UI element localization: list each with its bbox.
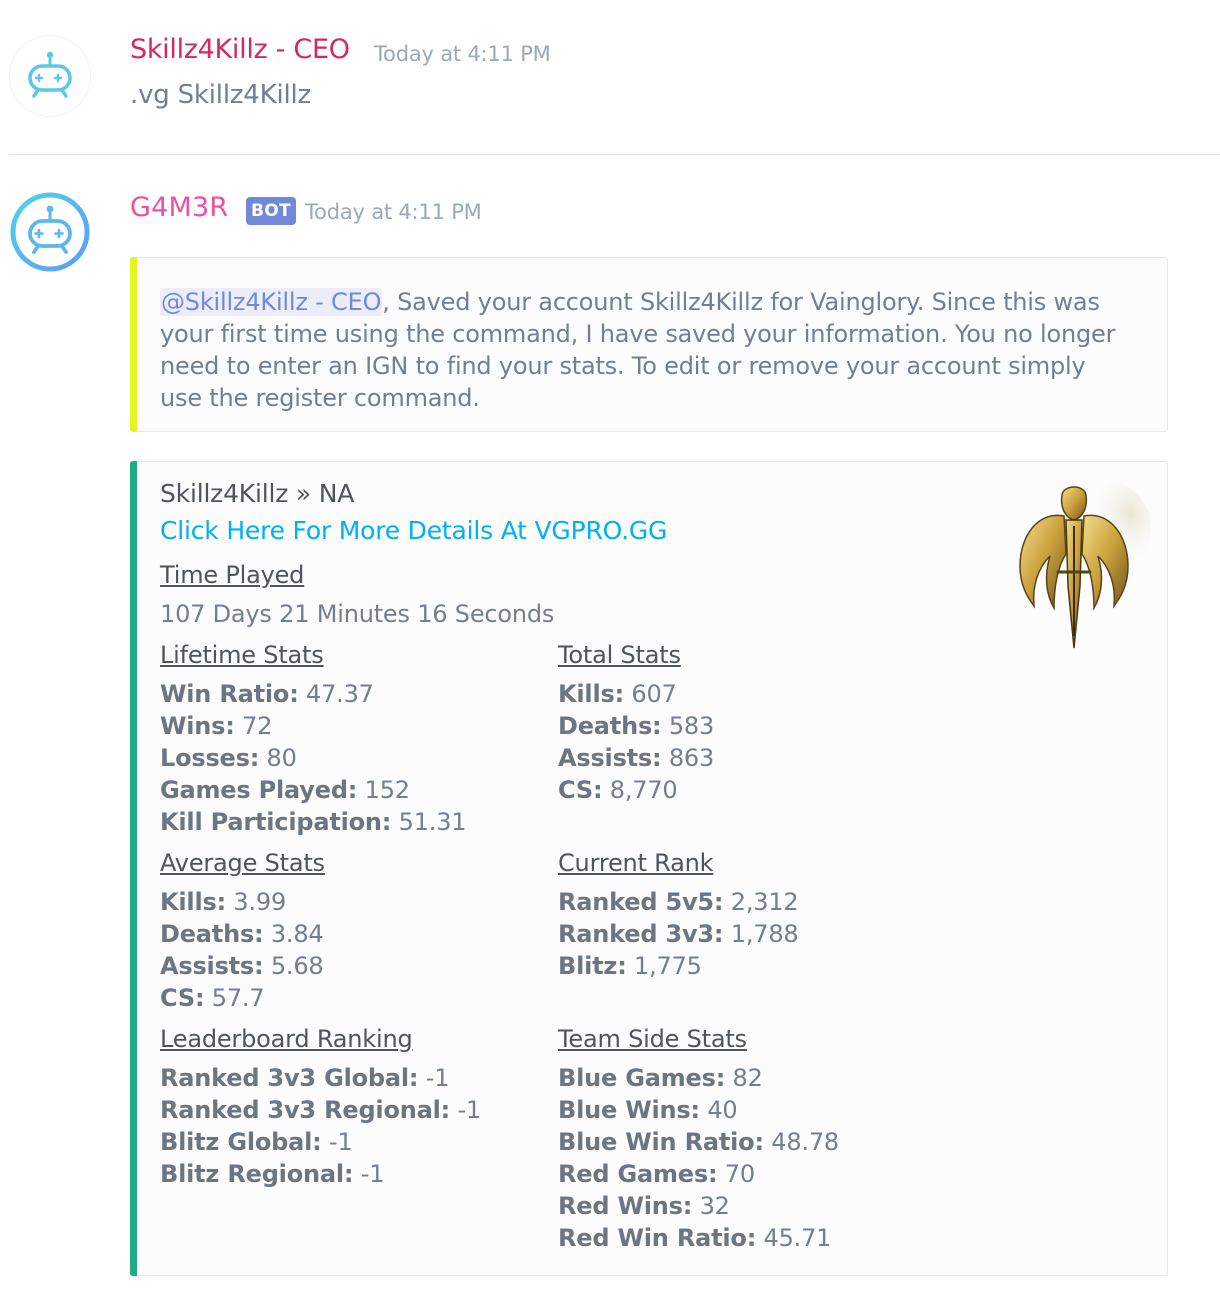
embed-author: Skillz4Killz » NA: [160, 479, 355, 508]
stat-line: Blue Wins: 40: [558, 1096, 738, 1124]
stat-line: Blitz Regional: -1: [160, 1160, 385, 1188]
chat-page: Skillz4Killz - CEO Today at 4:11 PM .vg …: [0, 0, 1220, 1296]
field-value: Ranked 3v3 Global: -1 Ranked 3v3 Regiona…: [160, 1062, 481, 1190]
stat-line: Kills: 3.99: [160, 888, 287, 916]
message-divider: [10, 154, 1220, 155]
message-user: Skillz4Killz - CEO Today at 4:11 PM .vg …: [0, 0, 1220, 155]
user-avatar[interactable]: [10, 36, 90, 116]
stats-embed: Skillz4Killz » NA Click Here For More De…: [130, 461, 1168, 1276]
field-lifetime-stats: Lifetime Stats Win Ratio: 47.37 Wins: 72…: [160, 638, 467, 838]
field-value: Kills: 3.99 Deaths: 3.84 Assists: 5.68 C…: [160, 886, 325, 1014]
stat-line: CS: 8,770: [558, 776, 678, 804]
field-title: Total Stats: [558, 641, 681, 669]
stat-line: Red Games: 70: [558, 1160, 755, 1188]
stat-line: Kill Participation: 51.31: [160, 808, 467, 836]
author-name[interactable]: Skillz4Killz - CEO: [130, 34, 350, 65]
stat-line: Ranked 5v5: 2,312: [558, 888, 799, 916]
message-content: .vg Skillz4Killz: [130, 80, 312, 110]
stat-line: Ranked 3v3 Regional: -1: [160, 1096, 482, 1124]
field-title: Time Played: [160, 561, 305, 589]
field-title: Lifetime Stats: [160, 641, 324, 669]
stat-line: Ranked 3v3: 1,788: [558, 920, 799, 948]
stat-line: Ranked 3v3 Global: -1: [160, 1064, 450, 1092]
field-value: Kills: 607 Deaths: 583 Assists: 863 CS: …: [558, 678, 714, 806]
robot-gamepad-icon: [10, 192, 90, 272]
embed-color-bar: [130, 461, 137, 1276]
field-value: Ranked 5v5: 2,312 Ranked 3v3: 1,788 Blit…: [558, 886, 799, 982]
field-value: Win Ratio: 47.37 Wins: 72 Losses: 80 Gam…: [160, 678, 467, 838]
stat-line: Red Win Ratio: 45.71: [558, 1224, 832, 1252]
embed-description: @Skillz4Killz - CEO, Saved your account …: [160, 286, 1130, 414]
stat-line: CS: 57.7: [160, 984, 265, 1012]
stat-line: Kills: 607: [558, 680, 677, 708]
bot-author-name[interactable]: G4M3R: [130, 192, 228, 223]
field-team-side-stats: Team Side Stats Blue Games: 82 Blue Wins…: [558, 1022, 839, 1254]
stat-line: Blitz: 1,775: [558, 952, 702, 980]
field-title: Current Rank: [558, 849, 714, 877]
field-average-stats: Average Stats Kills: 3.99 Deaths: 3.84 A…: [160, 846, 325, 1014]
vgpro-details-link[interactable]: Click Here For More Details At VGPRO.GG: [160, 516, 667, 545]
stat-line: Games Played: 152: [160, 776, 410, 804]
stat-line: Win Ratio: 47.37: [160, 680, 374, 708]
stat-line: Blue Games: 82: [558, 1064, 763, 1092]
notice-embed: @Skillz4Killz - CEO, Saved your account …: [130, 257, 1168, 432]
stat-line: Deaths: 3.84: [160, 920, 324, 948]
stat-line: Deaths: 583: [558, 712, 715, 740]
field-time-played: Time Played 107 Days 21 Minutes 16 Secon…: [160, 558, 554, 631]
message-timestamp: Today at 4:11 PM: [374, 42, 551, 66]
field-leaderboard-ranking: Leaderboard Ranking Ranked 3v3 Global: -…: [160, 1022, 481, 1190]
message-timestamp: Today at 4:11 PM: [305, 200, 482, 224]
field-current-rank: Current Rank Ranked 5v5: 2,312 Ranked 3v…: [558, 846, 799, 982]
stat-line: Red Wins: 32: [558, 1192, 730, 1220]
golden-winged-emblem-icon[interactable]: [998, 476, 1150, 652]
field-value: 107 Days 21 Minutes 16 Seconds: [160, 600, 555, 628]
stat-line: Losses: 80: [160, 744, 297, 772]
stat-line: Wins: 72: [160, 712, 273, 740]
robot-gamepad-icon: [28, 51, 72, 98]
user-mention[interactable]: @Skillz4Killz - CEO: [160, 288, 383, 316]
field-title: Leaderboard Ranking: [160, 1025, 413, 1053]
stat-line: Assists: 5.68: [160, 952, 324, 980]
field-value: Blue Games: 82 Blue Wins: 40 Blue Win Ra…: [558, 1062, 839, 1254]
bot-badge: BOT: [246, 197, 296, 225]
embed-color-bar: [130, 257, 137, 432]
stat-line: Assists: 863: [558, 744, 715, 772]
stat-line: Blitz Global: -1: [160, 1128, 353, 1156]
field-title: Average Stats: [160, 849, 325, 877]
field-total-stats: Total Stats Kills: 607 Deaths: 583 Assis…: [558, 638, 714, 806]
stat-line: Blue Win Ratio: 48.78: [558, 1128, 839, 1156]
bot-avatar[interactable]: [10, 192, 90, 272]
field-title: Team Side Stats: [558, 1025, 747, 1053]
